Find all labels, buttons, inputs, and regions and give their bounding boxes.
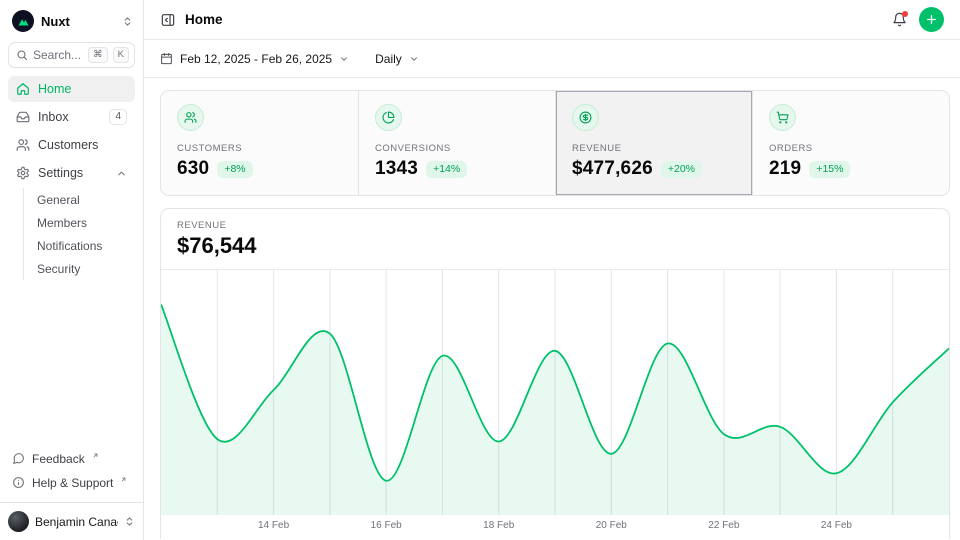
sidebar: Nuxt ⌘ K Home Inbox 4 xyxy=(0,0,144,540)
inbox-count-badge: 4 xyxy=(109,109,127,125)
sidebar-item-inbox[interactable]: Inbox 4 xyxy=(8,104,135,130)
sidebar-spacer xyxy=(0,282,143,443)
revenue-chart-card: REVENUE $76,544 14 Feb 16 Feb 18 Feb 20 Feb… xyxy=(160,208,950,539)
message-circle-icon xyxy=(12,452,25,465)
search-input-wrap: ⌘ K xyxy=(8,42,135,68)
sidebar-nav: Home Inbox 4 Customers Settings xyxy=(0,74,143,282)
x-tick-label: 24 Feb xyxy=(821,520,852,531)
chevron-down-icon xyxy=(339,54,349,64)
stat-delta-badge: +14% xyxy=(426,161,467,178)
sidebar-footer: Feedback Help & Support xyxy=(0,443,143,502)
shopping-cart-icon xyxy=(769,104,796,131)
x-tick-label: 20 Feb xyxy=(596,520,627,531)
sidebar-item-members[interactable]: Members xyxy=(24,211,135,234)
sidebar-item-general[interactable]: General xyxy=(24,188,135,211)
filter-bar: Feb 12, 2025 - Feb 26, 2025 Daily xyxy=(144,40,960,78)
x-tick-label: 22 Feb xyxy=(708,520,739,531)
home-icon xyxy=(16,82,30,96)
sidebar-item-home[interactable]: Home xyxy=(8,76,135,102)
granularity-select[interactable]: Daily xyxy=(375,52,419,66)
page-title: Home xyxy=(185,12,223,27)
chevron-up-icon xyxy=(116,168,127,179)
stats-row: CUSTOMERS 630 +8% CONVERSIONS 1343 +14% xyxy=(160,90,950,196)
feedback-label: Feedback xyxy=(32,452,85,466)
info-circle-icon xyxy=(12,476,25,489)
chart-metric-label: REVENUE xyxy=(177,220,933,231)
notification-dot xyxy=(902,11,908,17)
date-range-label: Feb 12, 2025 - Feb 26, 2025 xyxy=(180,52,332,66)
chart-pie-icon xyxy=(375,104,402,131)
chart-metric-value: $76,544 xyxy=(177,233,933,259)
stat-card-conversions[interactable]: CONVERSIONS 1343 +14% xyxy=(358,91,555,195)
workspace-name: Nuxt xyxy=(41,14,115,29)
topbar: Home xyxy=(144,0,960,40)
help-support-link[interactable]: Help & Support xyxy=(8,471,135,494)
search-input[interactable] xyxy=(33,48,83,62)
feedback-link[interactable]: Feedback xyxy=(8,447,135,470)
granularity-label: Daily xyxy=(375,52,402,66)
gear-icon xyxy=(16,166,30,180)
sidebar-item-label: Settings xyxy=(38,166,83,180)
chart-canvas xyxy=(161,270,949,515)
sidebar-item-security[interactable]: Security xyxy=(24,257,135,280)
kbd-command: ⌘ xyxy=(88,47,108,63)
stat-delta-badge: +15% xyxy=(809,161,850,178)
sidebar-item-label: Home xyxy=(38,82,71,96)
inbox-icon xyxy=(16,110,30,124)
user-avatar xyxy=(8,511,29,532)
sidebar-item-label: Inbox xyxy=(38,110,69,124)
settings-sub-list: General Members Notifications Security xyxy=(23,188,135,280)
stat-card-orders[interactable]: ORDERS 219 +15% xyxy=(752,91,949,195)
chart-x-axis: 14 Feb 16 Feb 18 Feb 20 Feb 22 Feb 24 Feb xyxy=(161,515,949,539)
user-name: Benjamin Canac xyxy=(35,515,118,529)
nuxt-logo-icon xyxy=(12,10,34,32)
search-icon xyxy=(16,49,28,61)
sidebar-item-label: Customers xyxy=(38,138,98,152)
main-panel: Home Feb 12, 2025 - Feb 26, 2025 xyxy=(144,0,960,540)
sidebar-item-settings[interactable]: Settings xyxy=(8,160,135,186)
x-tick-label: 16 Feb xyxy=(371,520,402,531)
plus-icon xyxy=(925,13,938,26)
external-link-icon xyxy=(120,476,127,483)
user-menu[interactable]: Benjamin Canac xyxy=(0,502,143,540)
users-icon xyxy=(177,104,204,131)
add-button[interactable] xyxy=(919,7,944,32)
panel-collapse-icon xyxy=(160,12,176,28)
help-support-label: Help & Support xyxy=(32,476,113,490)
chevron-up-down-icon xyxy=(122,16,133,27)
collapse-sidebar-button[interactable] xyxy=(160,12,176,28)
stat-value: $477,626 xyxy=(572,158,653,180)
x-tick-label: 18 Feb xyxy=(483,520,514,531)
stat-delta-badge: +20% xyxy=(661,161,702,178)
x-tick-label: 14 Feb xyxy=(258,520,289,531)
chart-header: REVENUE $76,544 xyxy=(161,209,949,270)
stat-value: 630 xyxy=(177,158,209,180)
circle-dollar-icon xyxy=(572,104,599,131)
sidebar-item-customers[interactable]: Customers xyxy=(8,132,135,158)
calendar-icon xyxy=(160,52,173,65)
chevron-up-down-icon xyxy=(124,516,135,527)
kbd-k: K xyxy=(113,47,129,63)
content: CUSTOMERS 630 +8% CONVERSIONS 1343 +14% xyxy=(144,78,960,539)
external-link-icon xyxy=(92,452,99,459)
users-icon xyxy=(16,138,30,152)
stat-label: CUSTOMERS xyxy=(177,143,342,154)
stat-value: 219 xyxy=(769,158,801,180)
revenue-area-chart[interactable] xyxy=(161,270,949,515)
stat-label: REVENUE xyxy=(572,143,736,154)
stat-value: 1343 xyxy=(375,158,418,180)
notifications-button[interactable] xyxy=(892,12,907,27)
stat-card-revenue[interactable]: REVENUE $477,626 +20% xyxy=(555,91,752,195)
workspace-switcher[interactable]: Nuxt xyxy=(0,0,143,38)
stat-delta-badge: +8% xyxy=(217,161,252,178)
sidebar-item-notifications[interactable]: Notifications xyxy=(24,234,135,257)
app-window: Nuxt ⌘ K Home Inbox 4 xyxy=(0,0,960,540)
chevron-down-icon xyxy=(409,54,419,64)
stat-card-customers[interactable]: CUSTOMERS 630 +8% xyxy=(161,91,358,195)
stat-label: CONVERSIONS xyxy=(375,143,539,154)
stat-label: ORDERS xyxy=(769,143,933,154)
date-range-picker[interactable]: Feb 12, 2025 - Feb 26, 2025 xyxy=(160,52,349,66)
topbar-actions xyxy=(892,7,944,32)
